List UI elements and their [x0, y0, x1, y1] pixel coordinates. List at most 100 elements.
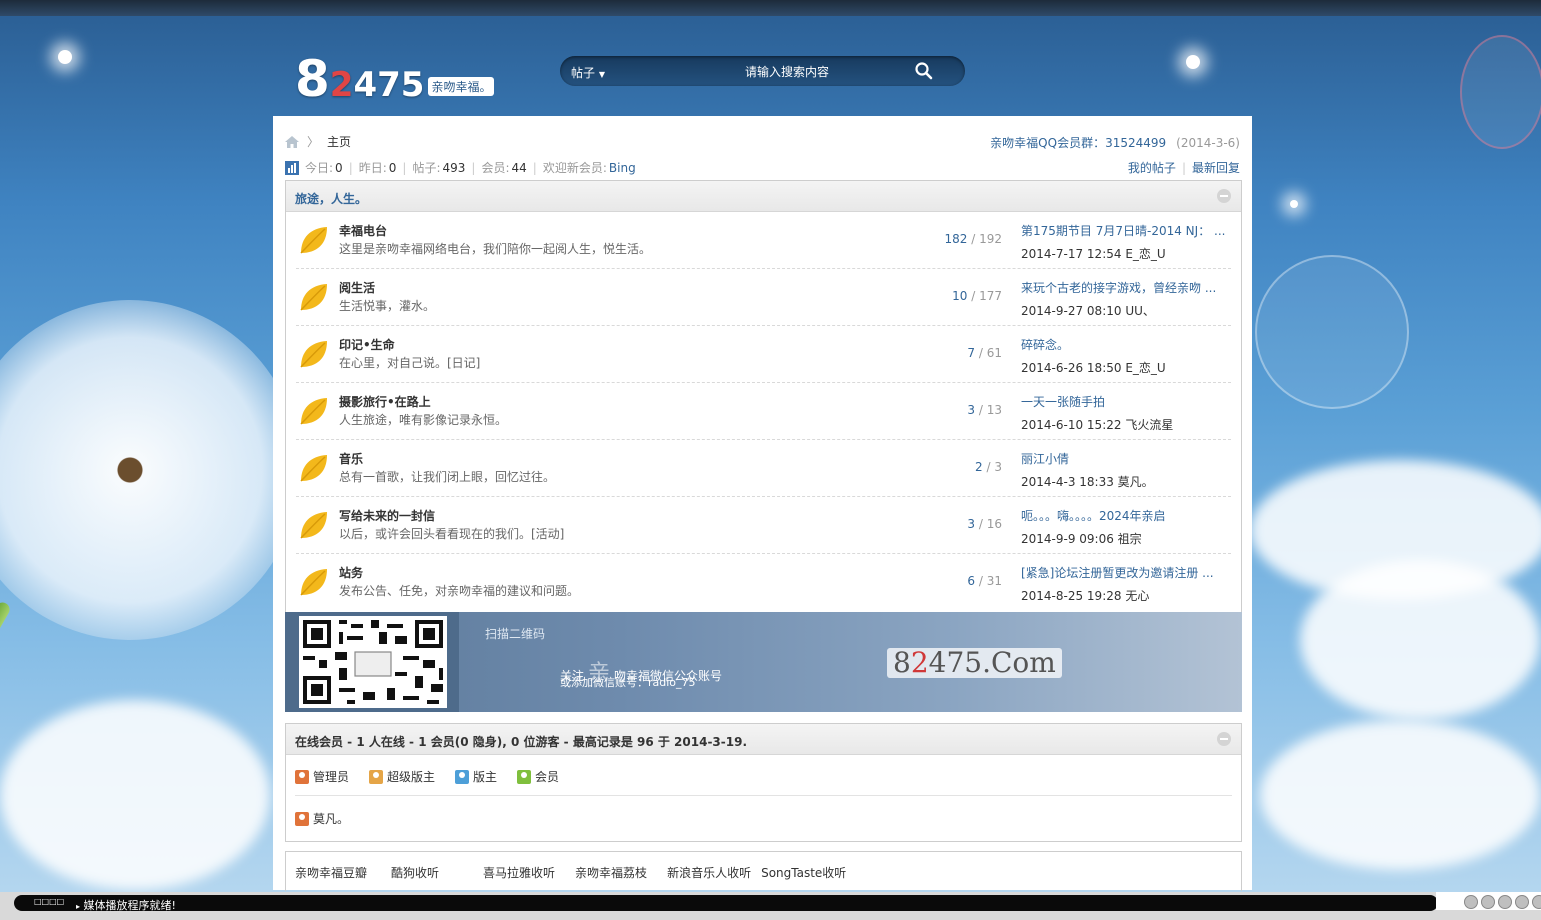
- last-post-title[interactable]: 一天一张随手拍: [1021, 393, 1226, 410]
- forum-post-count: 3: [994, 460, 1002, 474]
- last-post-title[interactable]: 第175期节目 7月7日晴-2014 NJ： ...: [1021, 222, 1226, 239]
- role-user-icon: [455, 769, 470, 784]
- stop-icon[interactable]: [1515, 895, 1529, 909]
- forum-counts: 2 / 3: [975, 460, 1002, 474]
- friend-links-row: 亲吻幸福豆瓣 酷狗收听 喜马拉雅收听 亲吻幸福荔枝 新浪音乐人收听 SongTaste收听: [295, 864, 846, 881]
- forum-row: 音乐 总有一首歌，让我们闭上眼，回忆过往。 2 / 3 丽江小倩 2014-4-…: [296, 440, 1231, 497]
- role-label: 超级版主: [387, 770, 436, 784]
- friend-link[interactable]: 新浪音乐人收听: [667, 864, 751, 881]
- forum-post-count: 13: [986, 403, 1002, 417]
- leaf-icon: [300, 512, 327, 539]
- admin-user-icon: [295, 811, 309, 826]
- forum-counts: 7 / 61: [967, 346, 1002, 360]
- forum-name[interactable]: 音乐: [339, 450, 363, 467]
- leaf-icon: [300, 284, 327, 311]
- forum-name[interactable]: 站务: [339, 564, 363, 581]
- home-icon[interactable]: [285, 135, 299, 148]
- search-type-select[interactable]: 帖子 ▼: [571, 64, 605, 81]
- player-controls: [1464, 895, 1541, 909]
- forum-last-post: [紧急]论坛注册暂更改为邀请注册 ... 2014-8-25 19:28 无心: [1021, 564, 1226, 604]
- forum-post-count: 31: [986, 574, 1002, 588]
- role-user-icon: [369, 769, 384, 784]
- player-status-bar: □□□□ ▸ 媒体播放程序就绪!: [14, 895, 1438, 913]
- sparkle-decoration: [58, 50, 72, 64]
- chart-icon: [285, 160, 299, 175]
- forum-name[interactable]: 印记•生命: [339, 336, 395, 353]
- leaf-icon: [300, 455, 327, 482]
- last-post-title[interactable]: 丽江小倩: [1021, 450, 1226, 467]
- player-status-text: 媒体播放程序就绪!: [83, 899, 176, 912]
- banner-site-url: 82475.Com: [887, 648, 1062, 678]
- friend-link[interactable]: 酷狗收听: [391, 864, 439, 881]
- prev-icon[interactable]: [1464, 895, 1478, 909]
- last-post-title[interactable]: 碎碎念。: [1021, 336, 1226, 353]
- site-logo[interactable]: 82475 亲吻幸福。: [295, 52, 495, 104]
- dandelion-image: [0, 300, 300, 640]
- forum-last-post: 第175期节目 7月7日晴-2014 NJ： ... 2014-7-17 12:…: [1021, 222, 1226, 262]
- leaf-icon: [300, 227, 327, 254]
- role-legend-item: 会员: [517, 768, 559, 785]
- forum-name[interactable]: 摄影旅行•在路上: [339, 393, 431, 410]
- logo-digit: 8: [295, 50, 330, 108]
- role-legend-item: 管理员: [295, 768, 349, 785]
- divider: |: [471, 160, 476, 175]
- friend-link[interactable]: SongTaste收听: [761, 864, 846, 881]
- collapse-icon[interactable]: [1217, 732, 1231, 746]
- last-post-info: 2014-6-26 18:50 E_恋_U: [1021, 361, 1166, 375]
- background-cloud: [1300, 560, 1540, 720]
- last-post-title[interactable]: 呃。。。嗨。。。。2024年亲启: [1021, 507, 1226, 524]
- last-post-info: 2014-7-17 12:54 E_恋_U: [1021, 247, 1166, 261]
- forum-name[interactable]: 幸福电台: [339, 222, 387, 239]
- forum-thread-count: 3: [967, 403, 976, 417]
- friend-link[interactable]: 喜马拉雅收听: [483, 864, 555, 881]
- friend-link[interactable]: 亲吻幸福豆瓣: [295, 864, 367, 881]
- play-arrow-icon: ▸: [76, 902, 81, 911]
- pause-icon[interactable]: [1498, 895, 1512, 909]
- online-header: 在线会员 - 1 人在线 - 1 会员(0 隐身), 0 位游客 - 最高记录是…: [286, 724, 1241, 755]
- divider: |: [1181, 161, 1186, 175]
- background-cloud: [1260, 720, 1540, 870]
- online-title: 在线会员 - 1 人在线 - 1 会员(0 隐身), 0 位游客 - 最高记录是…: [295, 735, 748, 749]
- forum-last-post: 呃。。。嗨。。。。2024年亲启 2014-9-9 09:06 祖宗: [1021, 507, 1226, 547]
- forum-thread-count: 3: [967, 517, 976, 531]
- forum-name[interactable]: 写给未来的一封信: [339, 507, 435, 524]
- forum-counts: 3 / 16: [967, 517, 1002, 531]
- stat-members-value: 44: [511, 160, 527, 175]
- forum-name[interactable]: 阅生活: [339, 279, 375, 296]
- forum-thread-count: 182: [944, 232, 968, 246]
- breadcrumb-home-link[interactable]: 主页: [327, 133, 351, 150]
- forum-last-post: 一天一张随手拍 2014-6-10 15:22 飞火流星: [1021, 393, 1226, 433]
- last-post-title[interactable]: 来玩个古老的接字游戏，曾经亲吻 ...: [1021, 279, 1226, 296]
- my-posts-link[interactable]: 我的帖子: [1128, 161, 1176, 175]
- last-post-title[interactable]: [紧急]论坛注册暂更改为邀请注册 ...: [1021, 564, 1226, 581]
- forum-description: 生活悦事，灌水。: [339, 299, 436, 313]
- forum-description: 总有一首歌，让我们闭上眼，回忆过往。: [339, 470, 556, 484]
- site-url-part: 8: [893, 646, 911, 679]
- category-title[interactable]: 旅途，人生。: [295, 190, 367, 207]
- forum-counts: 3 / 13: [967, 403, 1002, 417]
- qr-code-icon: [299, 616, 447, 708]
- forum-counts: 182 / 192: [944, 232, 1002, 246]
- stat-posts-label: 帖子:: [412, 161, 441, 175]
- player-mode-label[interactable]: □□□□: [34, 897, 64, 906]
- category-header: 旅途，人生。: [286, 181, 1241, 212]
- collapse-icon[interactable]: [1217, 189, 1231, 203]
- last-post-info: 2014-6-10 15:22 飞火流星: [1021, 418, 1174, 432]
- search-icon[interactable]: [913, 61, 935, 81]
- player-status: ▸ 媒体播放程序就绪!: [76, 897, 176, 913]
- stat-posts-value: 493: [442, 160, 466, 175]
- play-icon[interactable]: [1481, 895, 1495, 909]
- online-user[interactable]: 莫凡。: [295, 810, 349, 827]
- friend-link[interactable]: 亲吻幸福荔枝: [575, 864, 647, 881]
- forum-thread-count: 2: [975, 460, 983, 474]
- forum-post-count: 61: [986, 346, 1002, 360]
- forum-post-count: 192: [979, 232, 1002, 246]
- role-user-icon: [295, 769, 309, 784]
- last-post-info: 2014-9-9 09:06 祖宗: [1021, 532, 1142, 546]
- search-input[interactable]: [660, 62, 914, 82]
- newest-member-link[interactable]: Bing: [609, 161, 636, 175]
- sparkle-decoration: [1186, 55, 1200, 69]
- next-icon[interactable]: [1532, 895, 1541, 909]
- qq-group-link[interactable]: 亲吻幸福QQ会员群：31524499: [990, 136, 1166, 150]
- latest-replies-link[interactable]: 最新回复: [1192, 161, 1240, 175]
